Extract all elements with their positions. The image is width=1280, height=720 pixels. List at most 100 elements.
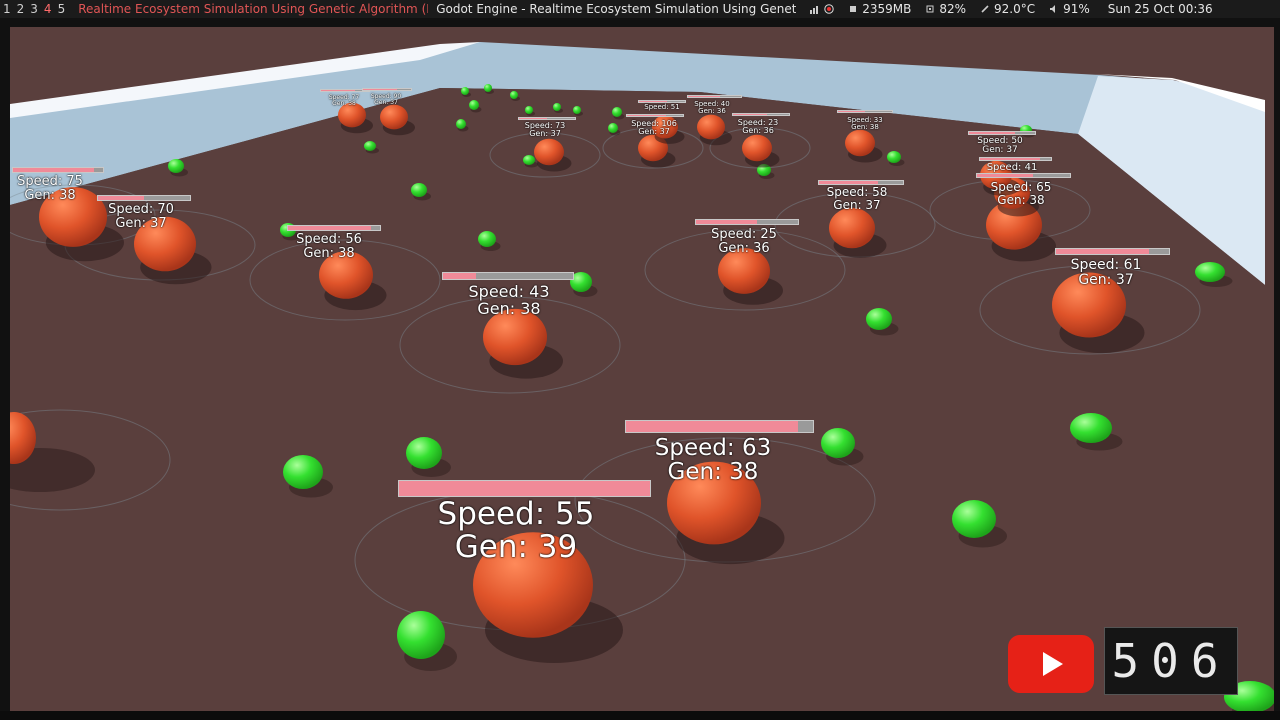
food-pellet [510, 91, 518, 99]
memory-value: 2359MB [862, 2, 912, 16]
network-indicator [810, 4, 834, 14]
creature-generation: Gen: 39 [454, 528, 578, 565]
health-bar [626, 114, 684, 117]
creature-label: Speed: 75 Gen: 38 [10, 175, 96, 202]
health-bar-fill [519, 118, 547, 119]
creature-label: Speed: 25 Gen: 36 [699, 228, 790, 255]
creature-label: Speed: 90 Gen: 37 [365, 93, 407, 107]
food-pellet [168, 159, 184, 173]
creature-generation: Gen: 38 [997, 192, 1045, 207]
workspace-5[interactable]: 5 [55, 2, 69, 16]
creature-speed: Speed: 58 [826, 185, 888, 199]
health-bar-fill [696, 220, 758, 224]
health-bar-fill [443, 273, 476, 279]
health-bar [12, 167, 104, 173]
health-bar [687, 95, 742, 98]
health-bar [976, 173, 1071, 178]
creature-generation: Gen: 37 [638, 127, 670, 137]
creature-label: Speed: 61 Gen: 37 [1057, 258, 1155, 287]
creature-label: Speed: 70 Gen: 37 [96, 203, 187, 230]
health-bar [442, 272, 574, 280]
creature-label: Speed: 40 Gen: 36 [688, 100, 737, 116]
health-bar-fill [13, 168, 94, 172]
creature-speed: Speed: 56 [296, 232, 362, 247]
creature-generation: Gen: 36 [698, 107, 726, 116]
food-pellet [397, 611, 445, 659]
food-pellet [1070, 413, 1112, 443]
health-bar [362, 88, 412, 91]
food-pellet [525, 106, 533, 114]
volume-icon [1050, 5, 1056, 13]
creature-speed: Speed: 70 [108, 202, 174, 217]
health-bar-fill [969, 132, 1016, 134]
creature-label: Speed: 63 Gen: 38 [633, 436, 794, 484]
window-title-godot[interactable]: Godot Engine - Realtime Ecosystem Simula… [436, 2, 796, 16]
creature-label: Speed: 73 Gen: 37 [517, 121, 573, 139]
food-pellet [456, 119, 466, 129]
creature-body [534, 138, 564, 166]
food-pellet [461, 87, 469, 95]
health-bar [695, 219, 799, 225]
health-bar [732, 113, 790, 116]
youtube-play-icon [1043, 652, 1063, 676]
cpu-indicator: 82% [925, 2, 966, 16]
network-icon [810, 6, 819, 14]
memory-indicator: 2359MB [848, 2, 911, 16]
game-viewport[interactable]: Speed: 55 Gen: 39 Speed: 63 Gen: 38 Speed: 4… [10, 27, 1274, 711]
creature-generation: Gen: 38 [332, 100, 356, 108]
health-bar [398, 480, 651, 497]
health-bar [837, 110, 893, 113]
health-bar-fill [819, 181, 878, 184]
health-bar-fill [977, 174, 1033, 177]
health-bar [1055, 248, 1170, 255]
food-pellet [523, 155, 535, 165]
creature-generation: Gen: 36 [718, 240, 770, 256]
food-pellet [364, 141, 376, 151]
workspace-4[interactable]: 4 [41, 2, 55, 16]
creature-label: Speed: 56 Gen: 38 [284, 233, 375, 260]
health-bar [287, 225, 381, 231]
creature-generation: Gen: 37 [374, 99, 398, 107]
creature-generation: Gen: 38 [477, 298, 541, 318]
health-bar-fill [688, 96, 720, 97]
food-pellet [612, 107, 622, 117]
health-bar-fill [321, 90, 355, 91]
thermometer-icon [981, 5, 989, 13]
creature-body [742, 134, 772, 162]
creature-generation: Gen: 38 [24, 187, 76, 203]
food-pellet [1195, 262, 1225, 282]
health-bar-fill [399, 481, 650, 496]
creature-body [829, 207, 875, 249]
creature-label: Speed: 41 [977, 162, 1047, 174]
health-bar-fill [288, 226, 371, 230]
workspace-1[interactable]: 1 [0, 2, 14, 16]
creature-speed: Speed: 61 [1070, 257, 1142, 273]
food-pellet [478, 231, 496, 247]
clock[interactable]: Sun 25 Oct 00:36 [1108, 2, 1213, 16]
health-bar-fill [639, 101, 667, 102]
creature-label: Speed: 77 Gen: 38 [323, 94, 365, 108]
creature-generation: Gen: 38 [851, 123, 879, 132]
health-bar-fill [627, 115, 667, 116]
food-pellet [469, 100, 479, 110]
food-pellet [608, 123, 618, 133]
creature-speed: Speed: 25 [711, 227, 777, 242]
active-window-title[interactable]: Realtime Ecosystem Simulation Using Gene… [78, 2, 428, 16]
creature-speed: Speed: 51 [644, 103, 680, 111]
health-bar [979, 157, 1052, 161]
health-bar-fill [980, 158, 1041, 160]
creature-generation: Gen: 37 [1078, 271, 1134, 288]
creature-label: Speed: 33 Gen: 38 [841, 116, 890, 132]
health-bar-fill [98, 196, 144, 200]
food-pellet [484, 84, 492, 92]
food-pellet [406, 437, 442, 469]
workspace-2[interactable]: 2 [14, 2, 28, 16]
creature-speed: Speed: 63 [654, 435, 772, 461]
youtube-logo-button[interactable] [1008, 635, 1094, 693]
creature-generation: Gen: 38 [303, 245, 355, 261]
workspace-3[interactable]: 3 [27, 2, 41, 16]
food-pellet [573, 106, 581, 114]
creature-generation: Gen: 37 [982, 145, 1018, 156]
volume-indicator[interactable]: 91% [1049, 2, 1090, 16]
food-pellet [283, 455, 323, 489]
